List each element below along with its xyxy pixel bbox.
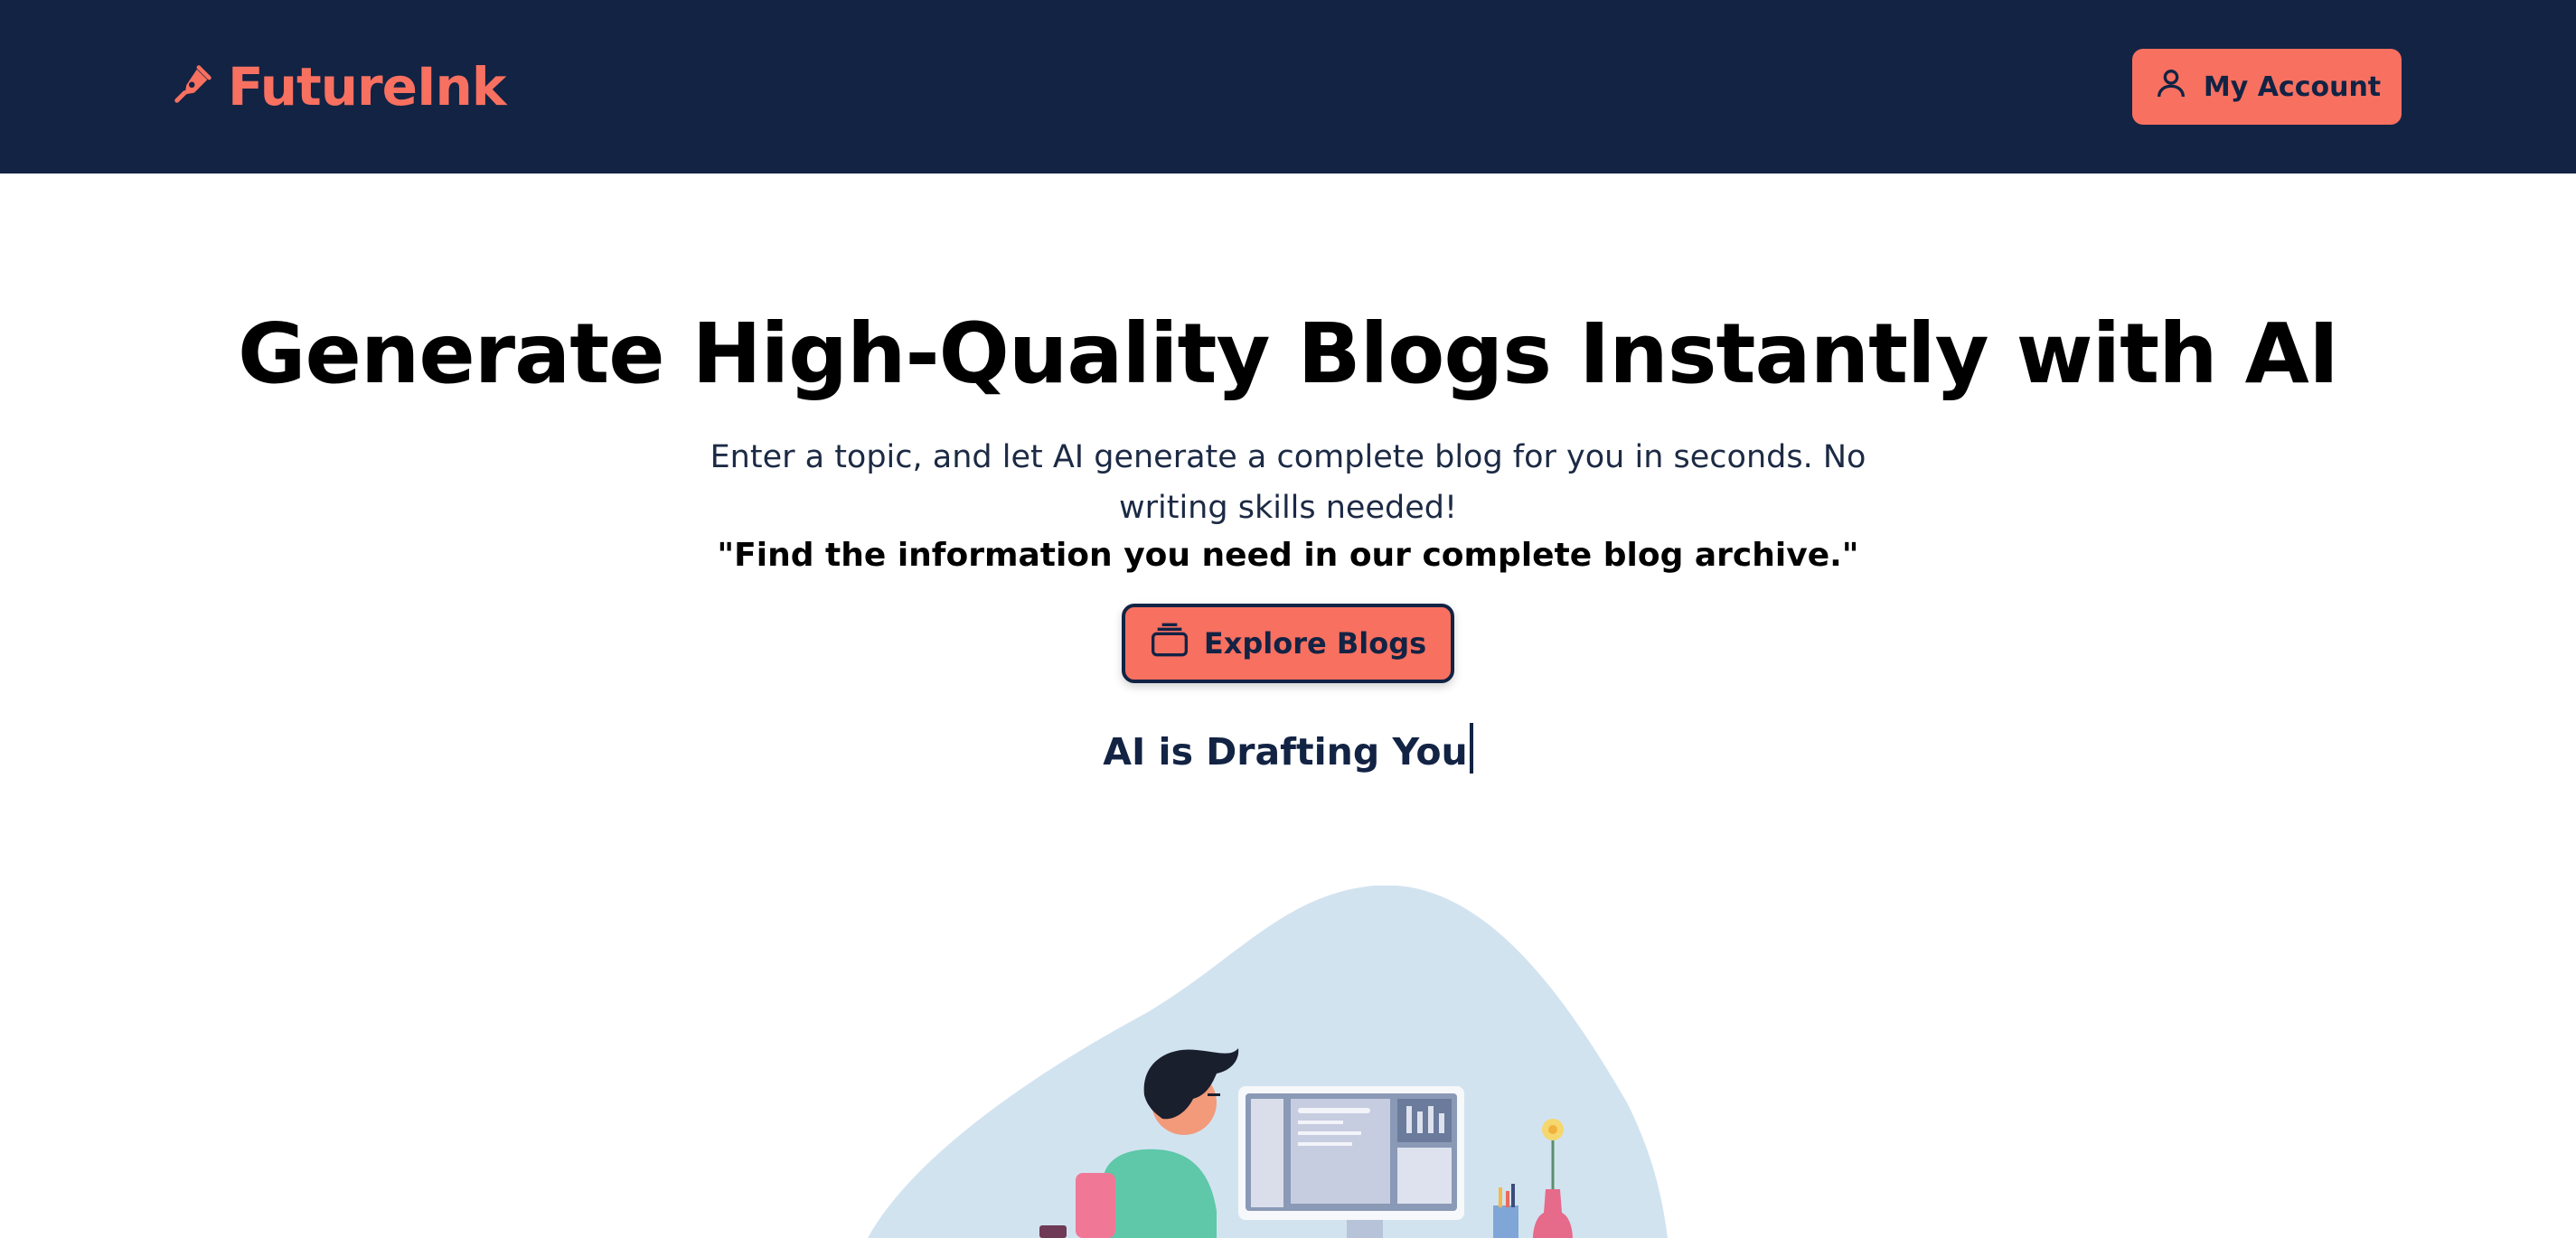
text-cursor xyxy=(1469,723,1473,774)
hero-subtitle: Enter a topic, and let AI generate a com… xyxy=(710,439,1866,526)
stack-icon xyxy=(1150,622,1189,665)
mug xyxy=(1039,1225,1067,1238)
explore-blogs-label: Explore Blogs xyxy=(1203,626,1427,661)
explore-blogs-button[interactable]: Explore Blogs xyxy=(1122,604,1454,683)
pen-nib-icon xyxy=(172,56,213,117)
hero-quote: "Find the information you need in our co… xyxy=(717,537,1859,574)
typing-text: AI is Drafting You xyxy=(1103,730,1468,774)
typing-status: AI is Drafting You xyxy=(0,723,2576,774)
writer-illustration xyxy=(868,886,1668,1238)
my-account-label: My Account xyxy=(2203,70,2382,103)
brand-name: FutureInk xyxy=(228,56,506,117)
navbar: FutureInk My Account xyxy=(0,0,2576,174)
my-account-button[interactable]: My Account xyxy=(2132,49,2402,125)
brand-logo[interactable]: FutureInk xyxy=(172,56,506,117)
hero-title: Generate High-Quality Blogs Instantly wi… xyxy=(237,305,2339,402)
user-icon xyxy=(2153,65,2189,108)
monitor xyxy=(1238,1086,1464,1238)
